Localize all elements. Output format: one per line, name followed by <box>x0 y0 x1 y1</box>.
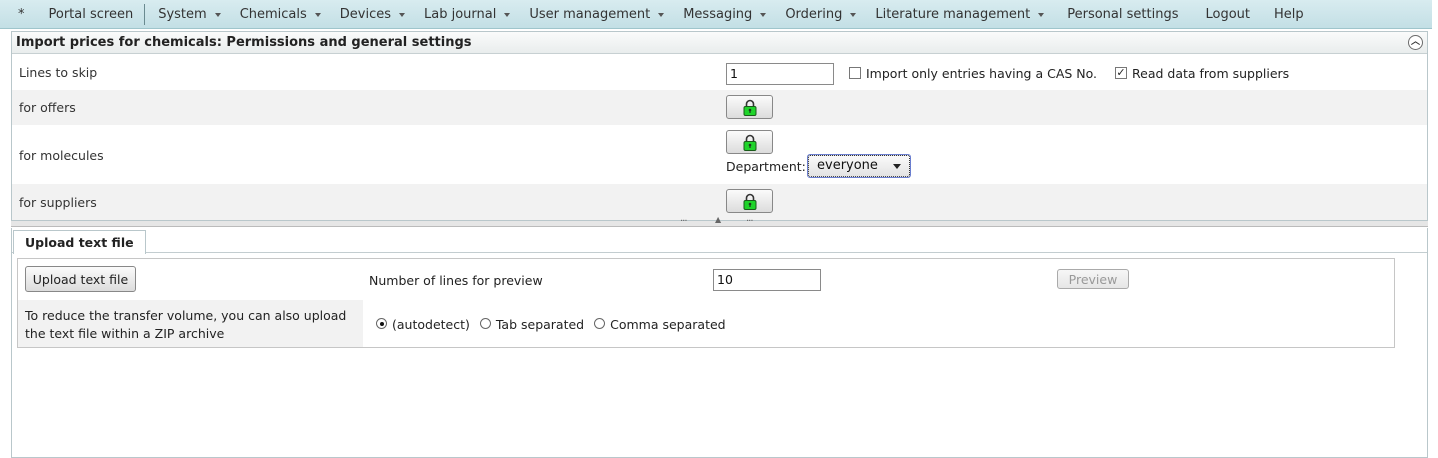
menu-logout[interactable]: Logout <box>1187 0 1259 29</box>
chevron-down-icon <box>658 13 665 17</box>
menu-ordering[interactable]: Ordering <box>775 0 865 29</box>
cas-only-label: Import only entries having a CAS No. <box>866 66 1098 81</box>
upload-text-file-button[interactable]: Upload text file <box>25 266 136 292</box>
lock-icon <box>743 134 756 151</box>
menu-separator <box>144 3 146 25</box>
chevron-down-icon <box>850 13 857 17</box>
separator-radio-autodetect[interactable] <box>376 318 387 329</box>
chevron-down-icon <box>760 13 767 17</box>
department-select[interactable]: everyone <box>807 154 911 178</box>
molecules-lock-button[interactable] <box>726 130 773 154</box>
menu-chemicals[interactable]: Chemicals <box>230 0 330 29</box>
chevron-down-icon <box>1038 13 1045 17</box>
chevron-down-icon <box>314 13 321 17</box>
separator-radio-tab[interactable] <box>479 318 491 329</box>
settings-panel: Import prices for chemicals: Permissions… <box>11 31 1428 221</box>
offers-label: for offers <box>19 100 76 115</box>
settings-panel-header: Import prices for chemicals: Permissions… <box>12 32 1427 54</box>
chevron-down-icon <box>893 164 901 169</box>
menu-personal-settings[interactable]: Personal settings <box>1053 0 1187 29</box>
splitter-grip: ··· <box>746 216 753 227</box>
menu-star[interactable]: * <box>0 0 39 29</box>
separator-label-comma: Comma separated <box>610 317 726 332</box>
import-options: Import only entries having a CAS No. ✓ Re… <box>849 66 1289 81</box>
separator-radio-comma[interactable] <box>594 318 606 329</box>
menu-messaging[interactable]: Messaging <box>673 0 775 29</box>
panel-splitter[interactable]: ··· ▲ ··· <box>11 215 1428 227</box>
preview-button[interactable]: Preview <box>1057 269 1129 289</box>
preview-lines-input[interactable]: 10 <box>713 269 821 291</box>
lines-to-skip-input[interactable]: 1 <box>726 63 834 85</box>
upload-panel: Upload text file Upload text file Number… <box>11 228 1428 458</box>
molecules-label: for molecules <box>19 148 104 163</box>
read-suppliers-label: Read data from suppliers <box>1132 66 1290 81</box>
row-lines-to-skip: Lines to skip 1 Import only entries havi… <box>12 55 1427 90</box>
row-molecules: for molecules Department: <box>12 125 1427 184</box>
offers-lock-button[interactable] <box>726 95 773 119</box>
lines-to-skip-label: Lines to skip <box>19 65 98 80</box>
tab-upload-text-file[interactable]: Upload text file <box>13 230 146 254</box>
upload-tabbar: Upload text file <box>12 228 1427 254</box>
splitter-up-icon: ▲ <box>715 215 721 224</box>
cas-only-checkbox[interactable] <box>849 66 861 79</box>
suppliers-lock-button[interactable] <box>726 189 773 213</box>
lock-icon <box>743 193 756 210</box>
separator-options: (autodetect) Tab separated Comma separat… <box>363 300 1394 347</box>
collapse-icon[interactable]: ︿ <box>1408 35 1423 50</box>
menu-user-management[interactable]: User management <box>519 0 673 29</box>
chevron-down-icon <box>504 13 511 17</box>
separator-label-autodetect: (autodetect) <box>392 317 470 332</box>
row-offers: for offers <box>12 90 1427 125</box>
separator-label-tab: Tab separated <box>495 317 585 332</box>
menu-portal-screen[interactable]: Portal screen <box>39 0 143 29</box>
lock-icon <box>743 99 756 116</box>
department-label: Department: <box>726 159 806 174</box>
suppliers-label: for suppliers <box>19 195 97 210</box>
settings-panel-title: Import prices for chemicals: Permissions… <box>16 35 472 50</box>
menu-devices[interactable]: Devices <box>330 0 414 29</box>
zip-row: To reduce the transfer volume, you can a… <box>18 300 1394 347</box>
menu-system[interactable]: System <box>148 0 229 29</box>
splitter-grip: ··· <box>680 216 687 227</box>
read-suppliers-checkbox[interactable]: ✓ <box>1115 66 1128 79</box>
menu-literature-management[interactable]: Literature management <box>865 0 1053 29</box>
chevron-down-icon <box>214 13 221 17</box>
menu-lab-journal[interactable]: Lab journal <box>414 0 519 29</box>
menu-help[interactable]: Help <box>1259 0 1313 29</box>
chevron-down-icon <box>399 13 406 17</box>
preview-lines-label: Number of lines for preview <box>369 273 543 288</box>
zip-hint: To reduce the transfer volume, you can a… <box>25 308 347 341</box>
upload-form: Upload text file Number of lines for pre… <box>17 258 1395 348</box>
main-menu-bar: * Portal screen System Chemicals Devices… <box>0 0 1432 29</box>
